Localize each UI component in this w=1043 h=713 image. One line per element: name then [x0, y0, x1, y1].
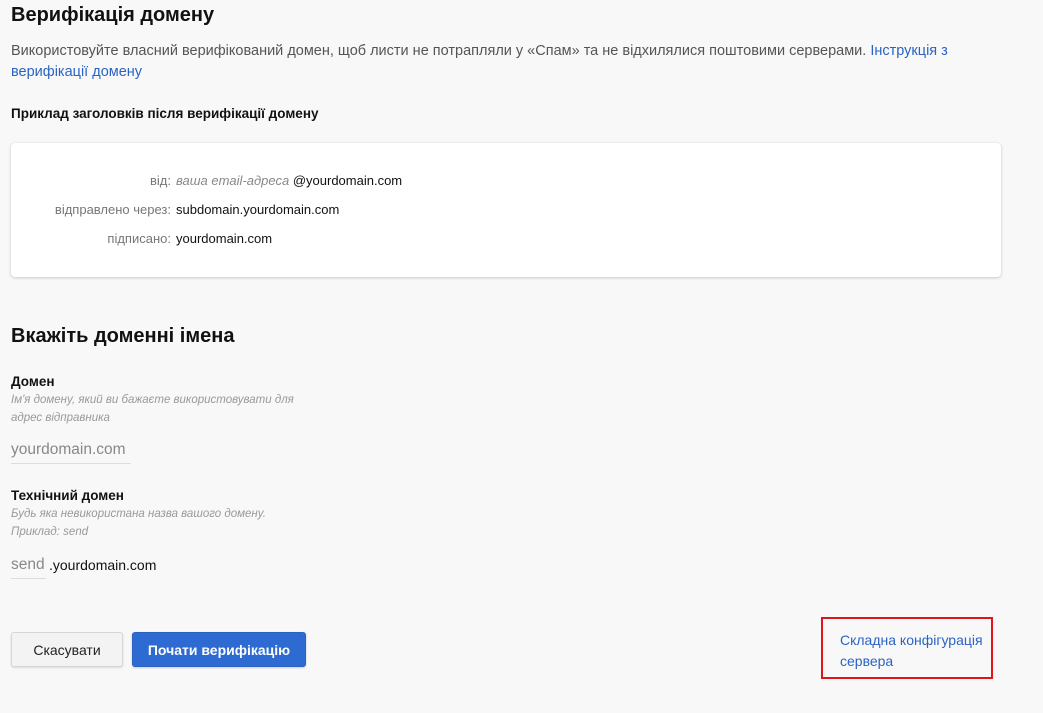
tech-domain-input[interactable] — [11, 552, 46, 579]
from-domain: @yourdomain.com — [292, 173, 403, 188]
from-value: ваша email-адреса @yourdomain.com — [176, 171, 402, 191]
example-headers-card: від: ваша email-адреса @yourdomain.com в… — [11, 143, 1001, 277]
advanced-config-highlight: Складна конфігурація сервера — [821, 617, 993, 679]
sent-via-label: відправлено через: — [54, 202, 171, 217]
signed-value: yourdomain.com — [176, 231, 273, 246]
tech-domain-field-hint: Будь яка невикористана назва вашого доме… — [11, 508, 266, 538]
domain-verification-page: Верифікація домену Використовуйте власни… — [0, 0, 1043, 713]
intro-text: Використовуйте власний верифікований дом… — [11, 41, 1011, 83]
domains-section-title: Вкажіть доменні імена — [11, 325, 235, 347]
example-headers-title: Приклад заголовків після верифікації дом… — [11, 106, 319, 121]
start-verification-button[interactable]: Почати верифікацію — [132, 632, 306, 667]
domain-field-label: Домен — [11, 374, 55, 389]
domain-input[interactable] — [11, 437, 131, 464]
from-placeholder: ваша email-адреса — [176, 173, 290, 188]
from-label: від: — [150, 173, 171, 188]
tech-domain-suffix: .yourdomain.com — [49, 557, 157, 573]
tech-domain-field-label: Технічний домен — [11, 488, 124, 503]
page-title: Верифікація домену — [11, 4, 215, 26]
signed-label: підписано: — [107, 231, 171, 246]
cancel-button[interactable]: Скасувати — [11, 632, 123, 667]
advanced-config-link[interactable]: Складна конфігурація сервера — [840, 630, 990, 672]
intro-description: Використовуйте власний верифікований дом… — [11, 43, 867, 59]
domain-field-hint: Ім'я домену, який ви бажаєте використову… — [11, 394, 294, 424]
sent-via-value: subdomain.yourdomain.com — [176, 202, 340, 217]
